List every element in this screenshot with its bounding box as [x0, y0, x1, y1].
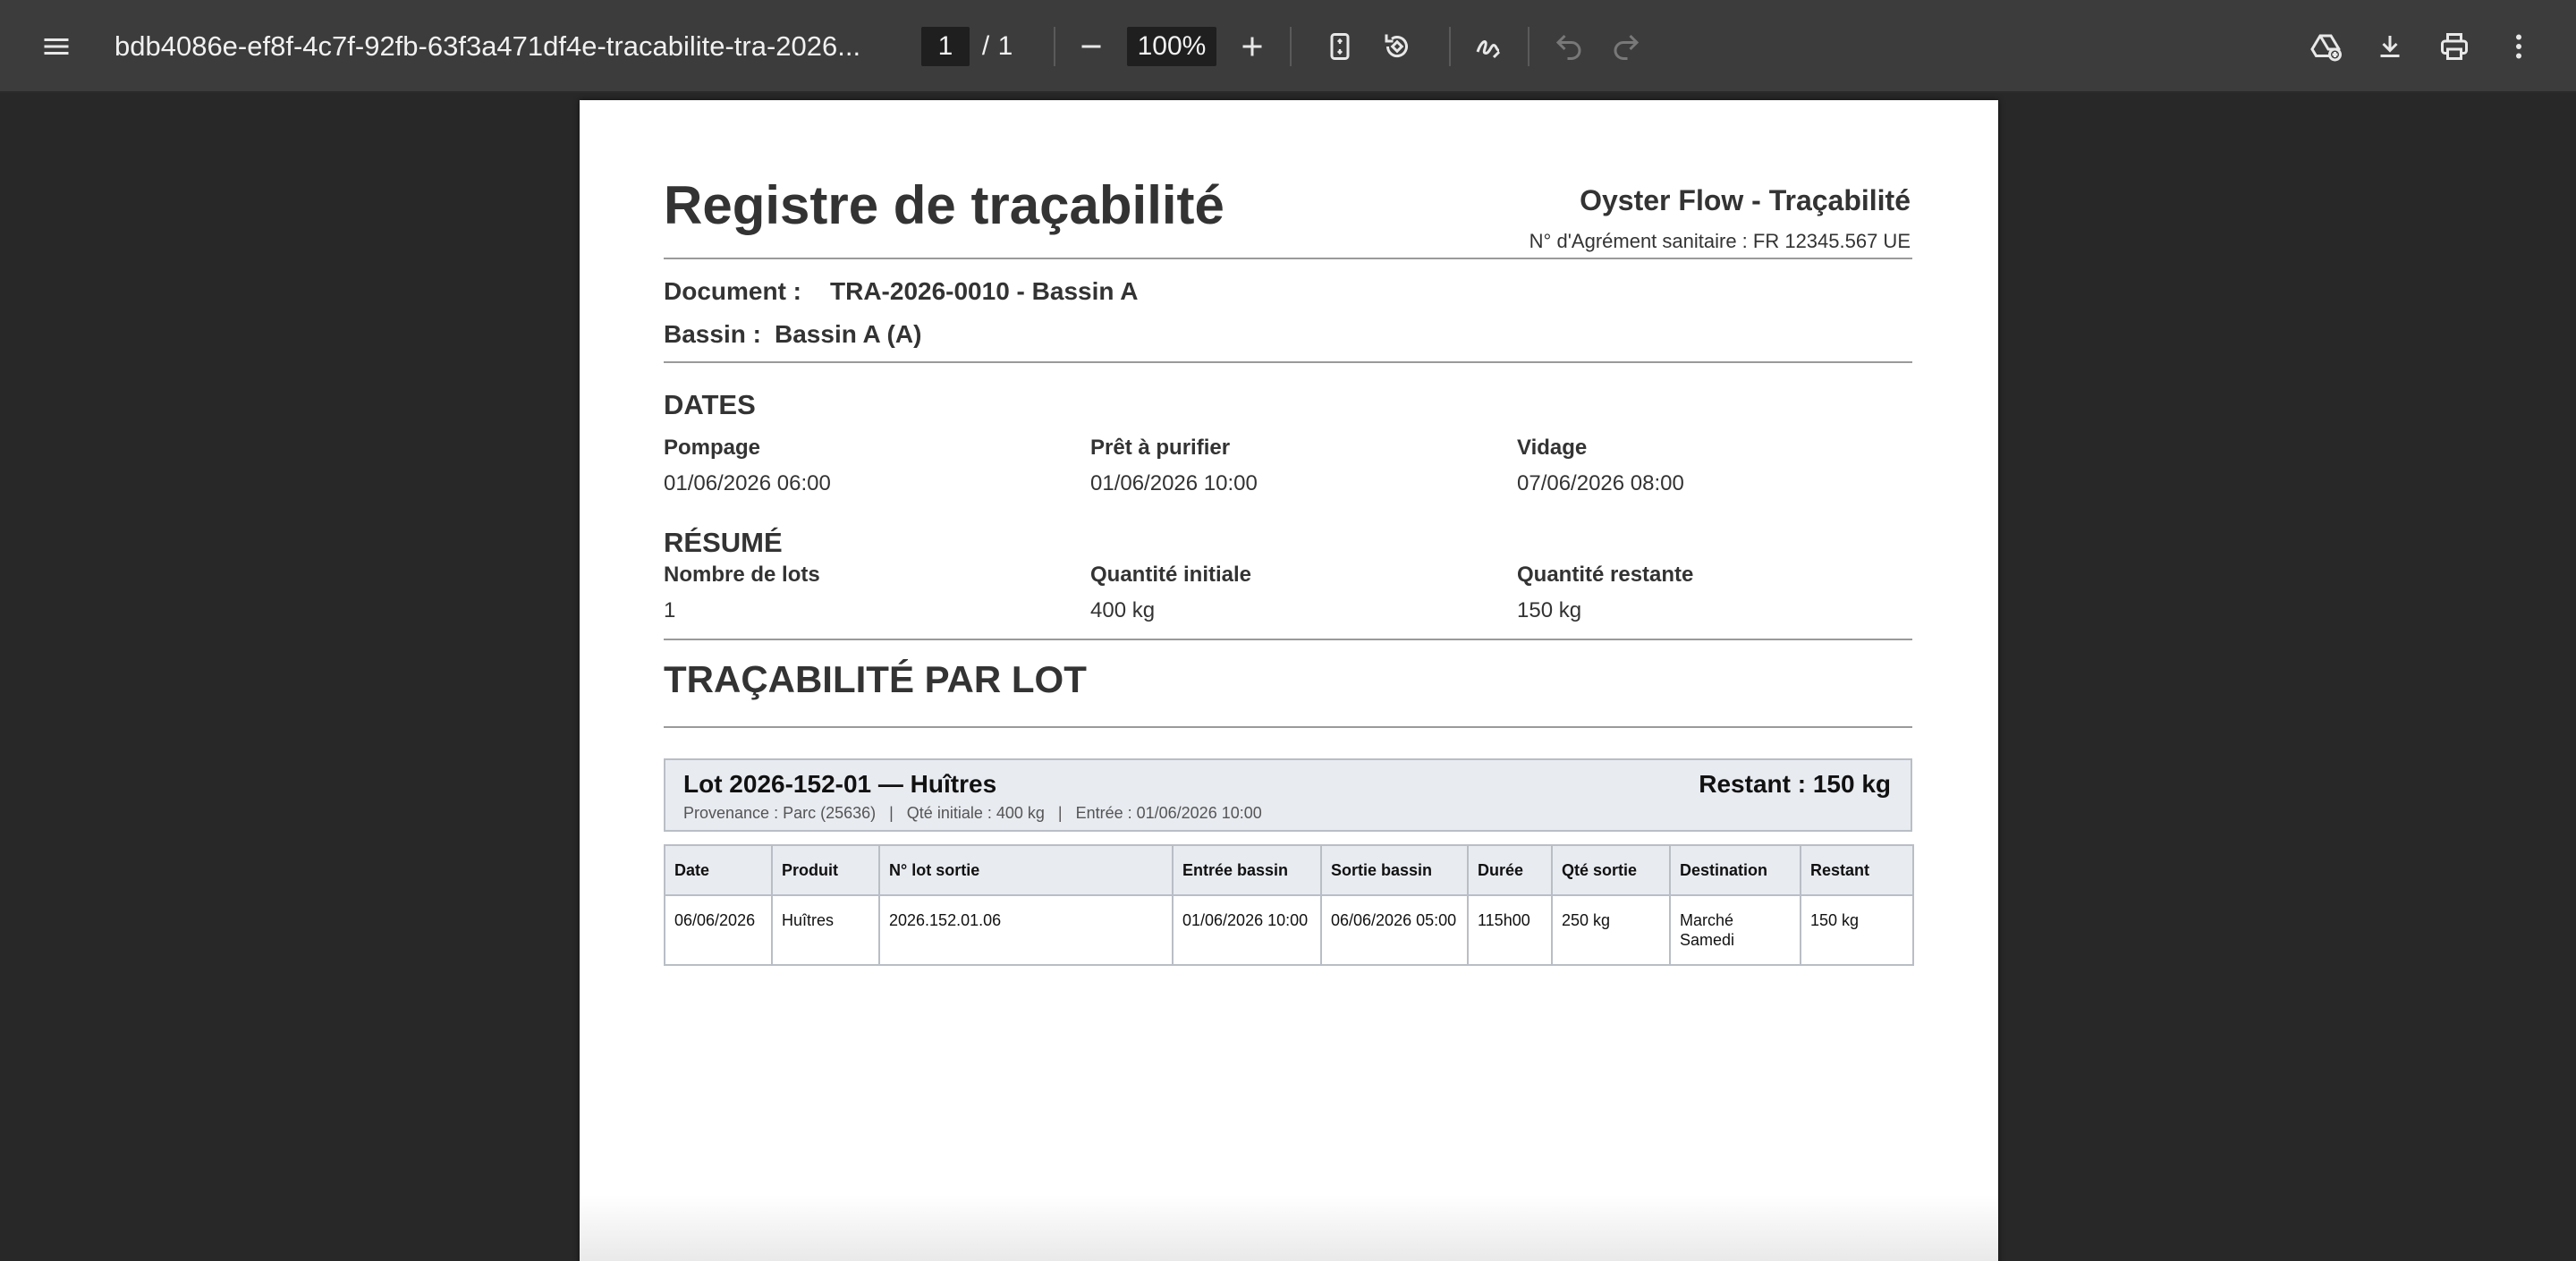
lot-title: Lot 2026-152-01 — Huîtres [683, 770, 997, 798]
pompage-value: 01/06/2026 06:00 [664, 471, 831, 495]
vidage-value: 07/06/2026 08:00 [1517, 471, 1684, 495]
page-title: Registre de traçabilité [664, 175, 1224, 235]
remaining-quantity-value: 150 kg [1517, 598, 1582, 622]
page-number-input[interactable]: 1 [921, 27, 970, 66]
lots-count-label: Nombre de lots [664, 563, 820, 587]
column-header-destination: Destination [1669, 844, 1801, 896]
cell-entree-bassin: 01/06/2026 10:00 [1172, 894, 1322, 966]
toolbar-divider [1528, 27, 1530, 66]
initial-quantity-value: 400 kg [1090, 598, 1156, 622]
table-header-row: Date Produit N° lot sortie Entrée bassin… [664, 844, 1914, 896]
toolbar-divider [1054, 27, 1055, 66]
remaining-quantity-label: Quantité restante [1517, 563, 1694, 587]
redo-icon[interactable] [1599, 20, 1653, 73]
vidage-label: Vidage [1517, 436, 1588, 460]
column-header-entree-bassin: Entrée bassin [1172, 844, 1322, 896]
document-label: Document : [664, 277, 801, 305]
undo-icon[interactable] [1542, 20, 1596, 73]
column-header-produit: Produit [771, 844, 880, 896]
fit-page-icon[interactable] [1313, 20, 1367, 73]
document-title: bdb4086e-ef8f-4c7f-92fb-63f3a471df4e-tra… [114, 30, 861, 62]
pompage-label: Pompage [664, 436, 761, 460]
page-total: 1 [997, 31, 1013, 61]
pret-label: Prêt à purifier [1090, 436, 1231, 460]
column-header-qte-sortie: Qté sortie [1551, 844, 1671, 896]
zoom-level-input[interactable]: 100% [1127, 27, 1216, 66]
page-bottom-fade [580, 1195, 1998, 1261]
divider [664, 726, 1912, 728]
column-header-restant: Restant [1800, 844, 1914, 896]
resume-section-title: RÉSUMÉ [664, 527, 783, 558]
zoom-out-icon[interactable] [1064, 20, 1118, 73]
save-to-drive-icon[interactable] [2299, 20, 2352, 73]
pret-value: 01/06/2026 10:00 [1090, 471, 1258, 495]
dates-section-title: DATES [664, 389, 756, 420]
company-name: Oyster Flow - Traçabilité [1580, 184, 1911, 216]
table-row: 06/06/2026 Huîtres 2026.152.01.06 01/06/… [664, 894, 1914, 966]
more-options-icon[interactable] [2492, 20, 2546, 73]
download-icon[interactable] [2363, 20, 2417, 73]
menu-icon[interactable] [30, 20, 83, 73]
toolbar-divider [1290, 27, 1292, 66]
pdf-page: Registre de traçabilité Oyster Flow - Tr… [580, 100, 1998, 1261]
bassin-label: Bassin : [664, 320, 761, 348]
print-icon[interactable] [2428, 20, 2481, 73]
cell-restant: 150 kg [1800, 894, 1914, 966]
column-header-lot-sortie: N° lot sortie [878, 844, 1174, 896]
column-header-duree: Durée [1467, 844, 1553, 896]
cell-date: 06/06/2026 [664, 894, 773, 966]
annotate-icon[interactable] [1462, 20, 1515, 73]
lot-remaining: Restant : 150 kg [1699, 770, 1891, 798]
bassin-value: Bassin A (A) [775, 320, 922, 348]
document-value: TRA-2026-0010 - Bassin A [830, 277, 1139, 305]
cell-lot-sortie: 2026.152.01.06 [878, 894, 1174, 966]
cell-sortie-bassin: 06/06/2026 05:00 [1320, 894, 1469, 966]
divider [664, 639, 1912, 640]
divider [664, 361, 1912, 363]
pdf-toolbar: bdb4086e-ef8f-4c7f-92fb-63f3a471df4e-tra… [0, 0, 2576, 93]
column-header-sortie-bassin: Sortie bassin [1320, 844, 1469, 896]
column-header-date: Date [664, 844, 773, 896]
cell-duree: 115h00 [1467, 894, 1553, 966]
cell-qte-sortie: 250 kg [1551, 894, 1671, 966]
agrement-number: N° d'Agrément sanitaire : FR 12345.567 U… [1529, 230, 1911, 252]
initial-quantity-label: Quantité initiale [1090, 563, 1252, 587]
traceability-section-title: TRAÇABILITÉ PAR LOT [664, 658, 1087, 700]
lots-count-value: 1 [664, 598, 676, 622]
lot-details: Provenance : Parc (25636) | Qté initiale… [683, 804, 1262, 822]
cell-produit: Huîtres [771, 894, 880, 966]
lot-movements-table: Date Produit N° lot sortie Entrée bassin… [664, 844, 1914, 966]
toolbar-divider [1449, 27, 1451, 66]
pdf-viewer[interactable]: Registre de traçabilité Oyster Flow - Tr… [0, 93, 2576, 1261]
zoom-in-icon[interactable] [1225, 20, 1279, 73]
cell-destination: Marché Samedi [1669, 894, 1801, 966]
rotate-icon[interactable] [1370, 20, 1424, 73]
divider [664, 258, 1912, 259]
lot-header: Lot 2026-152-01 — Huîtres Restant : 150 … [664, 758, 1912, 832]
